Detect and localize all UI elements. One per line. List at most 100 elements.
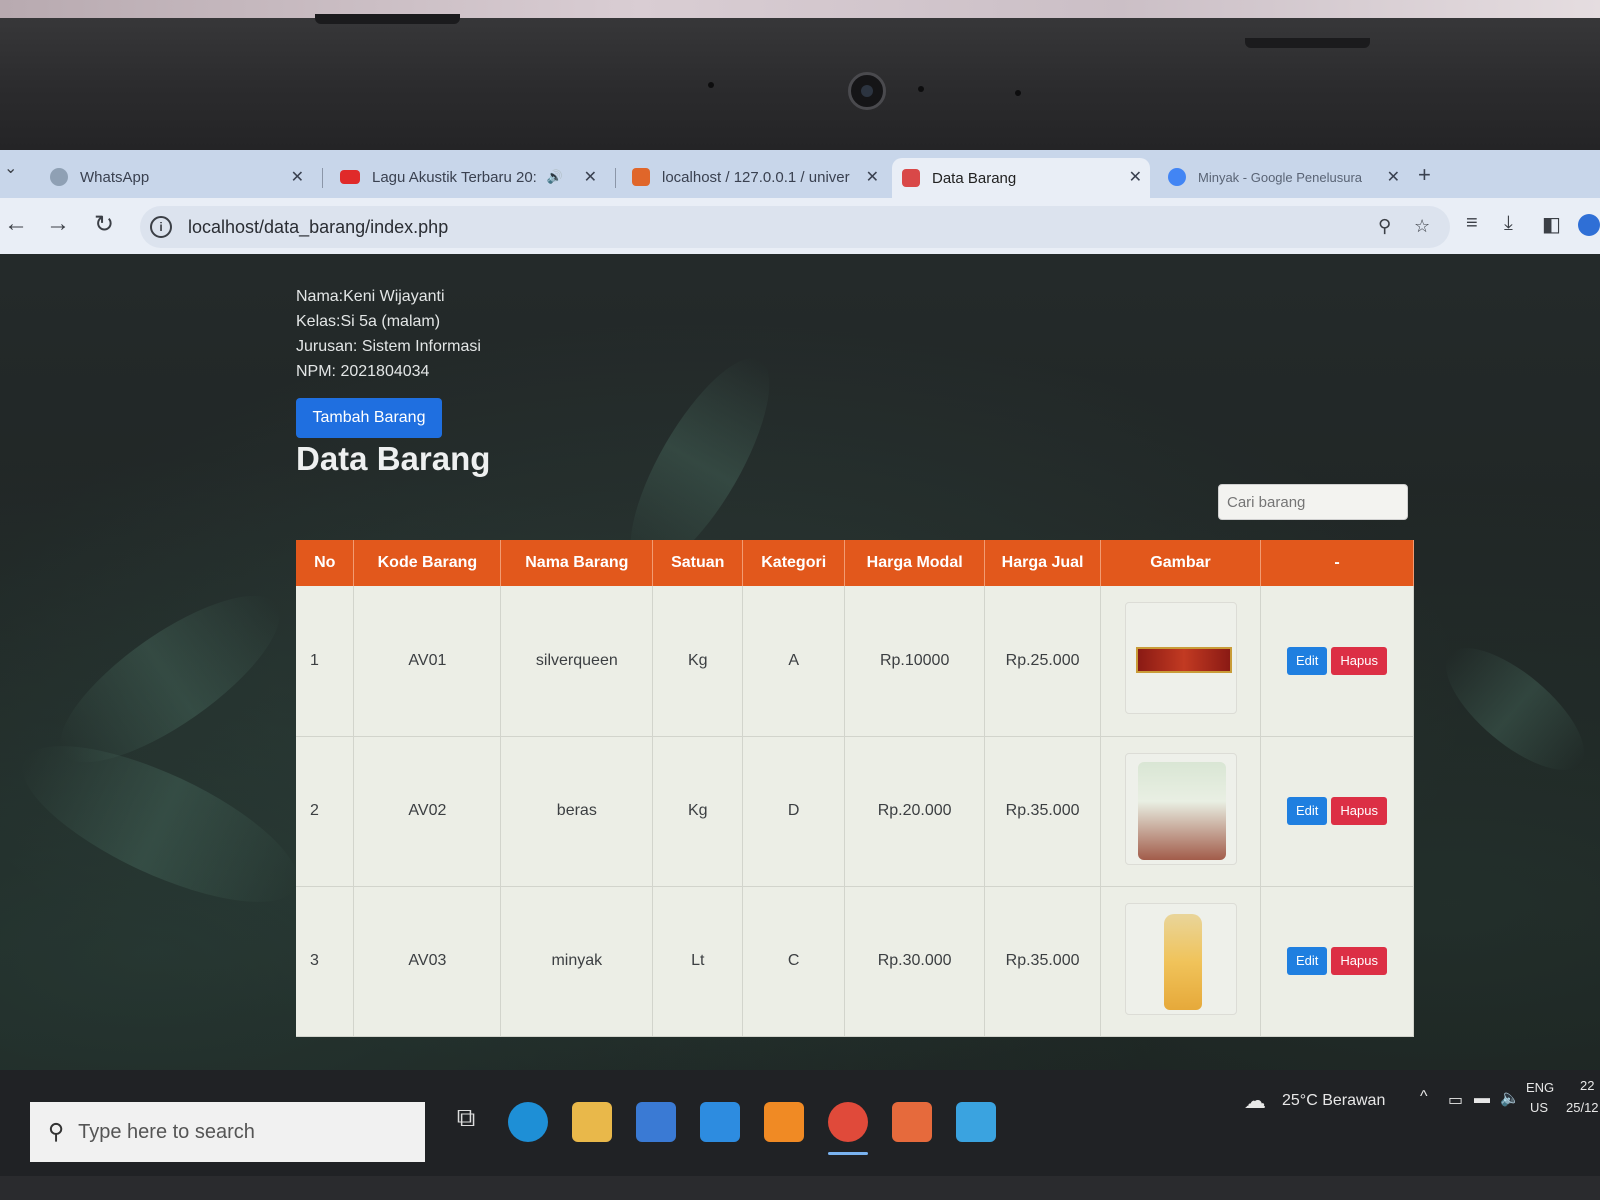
column-header: Harga Modal <box>844 540 986 586</box>
edit-button[interactable]: Edit <box>1287 646 1328 675</box>
sensor-dot <box>1015 90 1021 96</box>
delete-button[interactable]: Hapus <box>1331 947 1387 975</box>
bezel-notch <box>1245 38 1370 48</box>
cell-sell-price: Rp.25.000 <box>984 586 1102 737</box>
table-header-row: No Kode Barang Nama Barang Satuan Katego… <box>296 540 1414 586</box>
chrome-icon[interactable] <box>828 1102 868 1142</box>
cell-unit: Kg <box>652 736 744 887</box>
cell-cost-price: Rp.30.000 <box>844 886 986 1037</box>
cell-code: AV03 <box>353 886 502 1037</box>
cell-cost-price: Rp.10000 <box>844 586 986 737</box>
weather-icon[interactable]: ☁ <box>1244 1088 1266 1114</box>
clock-time[interactable]: 22 <box>1580 1078 1594 1093</box>
file-explorer-icon[interactable] <box>572 1102 612 1142</box>
cell-sell-price: Rp.35.000 <box>984 736 1102 887</box>
close-icon[interactable]: ✕ <box>1387 167 1400 187</box>
cell-no: 2 <box>296 736 355 887</box>
edit-button[interactable]: Edit <box>1287 947 1328 975</box>
chevron-up-icon[interactable]: ^ <box>1420 1088 1428 1106</box>
mail-icon[interactable] <box>700 1102 740 1142</box>
media-control-icon[interactable]: ≡ <box>1466 212 1478 235</box>
student-npm: NPM: 2021804034 <box>296 363 430 380</box>
sensor-dot <box>708 82 714 88</box>
wallpaper-leaf <box>2 715 318 933</box>
column-header: Nama Barang <box>500 540 654 586</box>
tab-data-barang[interactable]: Data Barang ✕ <box>892 158 1150 198</box>
sublime-text-icon[interactable] <box>764 1102 804 1142</box>
cell-name: silverqueen <box>500 586 654 737</box>
google-icon <box>1168 168 1186 186</box>
battery-icon[interactable]: ▬ <box>1474 1090 1490 1108</box>
edge-icon[interactable] <box>508 1102 548 1142</box>
xampp-icon[interactable] <box>892 1102 932 1142</box>
column-header: Harga Jual <box>984 540 1102 586</box>
close-icon[interactable]: ✕ <box>291 167 304 187</box>
cell-code: AV01 <box>353 586 502 737</box>
edit-button[interactable]: Edit <box>1287 797 1328 825</box>
photos-icon[interactable] <box>956 1102 996 1142</box>
phpmyadmin-icon <box>632 168 650 186</box>
background-wall <box>0 0 1600 18</box>
language-top[interactable]: ENG <box>1526 1080 1554 1095</box>
network-icon[interactable]: ▭ <box>1448 1090 1463 1110</box>
column-header: - <box>1260 540 1414 586</box>
taskbar-search-box[interactable]: ⚲ Type here to search <box>30 1102 425 1162</box>
task-view-icon[interactable]: ⧉ <box>446 1102 486 1142</box>
product-image <box>1124 602 1237 715</box>
close-icon[interactable]: ✕ <box>866 167 879 187</box>
profile-avatar[interactable] <box>1578 214 1600 236</box>
clock-date[interactable]: 25/12 <box>1566 1100 1599 1115</box>
cell-image <box>1100 886 1262 1037</box>
tab-search-chevron-icon[interactable]: ⌄ <box>4 158 17 178</box>
speaker-icon[interactable]: 🔊 <box>547 169 563 185</box>
new-tab-plus-icon[interactable]: + <box>1418 162 1431 188</box>
tab-whatsapp[interactable]: WhatsApp ✕ <box>40 158 312 196</box>
close-icon[interactable]: ✕ <box>1129 167 1142 187</box>
cell-actions: Edit Hapus <box>1260 886 1414 1037</box>
tab-title: WhatsApp <box>80 168 150 186</box>
volume-icon[interactable]: 🔈 <box>1500 1088 1520 1108</box>
add-item-button[interactable]: Tambah Barang <box>296 398 442 438</box>
items-table: No Kode Barang Nama Barang Satuan Katego… <box>296 540 1414 1037</box>
product-image <box>1124 752 1237 865</box>
search-input[interactable] <box>1218 484 1408 520</box>
zoom-icon[interactable]: ⚲ <box>1378 216 1391 237</box>
language-bottom[interactable]: US <box>1530 1100 1548 1115</box>
bezel-notch <box>315 14 460 24</box>
download-icon[interactable]: ⤓ <box>1504 212 1513 235</box>
store-icon[interactable] <box>636 1102 676 1142</box>
cell-no: 1 <box>296 586 355 737</box>
bookmark-star-icon[interactable]: ☆ <box>1414 216 1430 237</box>
column-header: Gambar <box>1100 540 1262 586</box>
forward-arrow-icon[interactable]: → <box>46 210 70 238</box>
close-icon[interactable]: ✕ <box>584 167 597 187</box>
tab-separator <box>615 168 616 188</box>
youtube-icon <box>340 170 360 184</box>
page-content: Nama:Keni Wijayanti Kelas:Si 5a (malam) … <box>0 254 1600 1070</box>
tab-google[interactable]: Minyak - Google Penelusura ✕ <box>1158 158 1408 196</box>
delete-button[interactable]: Hapus <box>1331 646 1387 675</box>
back-arrow-icon[interactable]: ← <box>4 210 28 238</box>
tab-phpmyadmin[interactable]: localhost / 127.0.0.1 / univer ✕ <box>622 158 887 196</box>
search-icon: ⚲ <box>48 1119 65 1144</box>
reload-icon[interactable]: ↻ <box>94 210 114 239</box>
student-major: Jurusan: Sistem Informasi <box>296 338 481 355</box>
column-header: Satuan <box>652 540 744 586</box>
student-info: Nama:Keni Wijayanti Kelas:Si 5a (malam) … <box>296 284 481 384</box>
delete-button[interactable]: Hapus <box>1331 797 1387 825</box>
whatsapp-icon <box>50 168 68 186</box>
site-info-icon[interactable]: i <box>150 216 172 238</box>
tab-separator <box>322 168 323 188</box>
address-bar[interactable]: i localhost/data_barang/index.php ⚲ ☆ <box>140 206 1450 248</box>
taskbar-search-placeholder[interactable]: Type here to search <box>78 1121 255 1144</box>
side-panel-icon[interactable]: ◧ <box>1542 212 1561 237</box>
url-text[interactable]: localhost/data_barang/index.php <box>188 217 448 238</box>
table-row: 1 AV01 silverqueen Kg A Rp.10000 Rp.25.0… <box>296 586 1414 737</box>
laptop-body-edge <box>0 1176 1600 1200</box>
tab-title: Minyak - Google Penelusura <box>1198 169 1363 185</box>
tab-youtube[interactable]: Lagu Akustik Terbaru 20: 🔊 ✕ <box>330 158 605 196</box>
weather-text[interactable]: 25°C Berawan <box>1282 1092 1385 1110</box>
product-image <box>1124 902 1237 1015</box>
page-title: Data Barang <box>296 440 491 477</box>
cell-cost-price: Rp.20.000 <box>844 736 986 887</box>
